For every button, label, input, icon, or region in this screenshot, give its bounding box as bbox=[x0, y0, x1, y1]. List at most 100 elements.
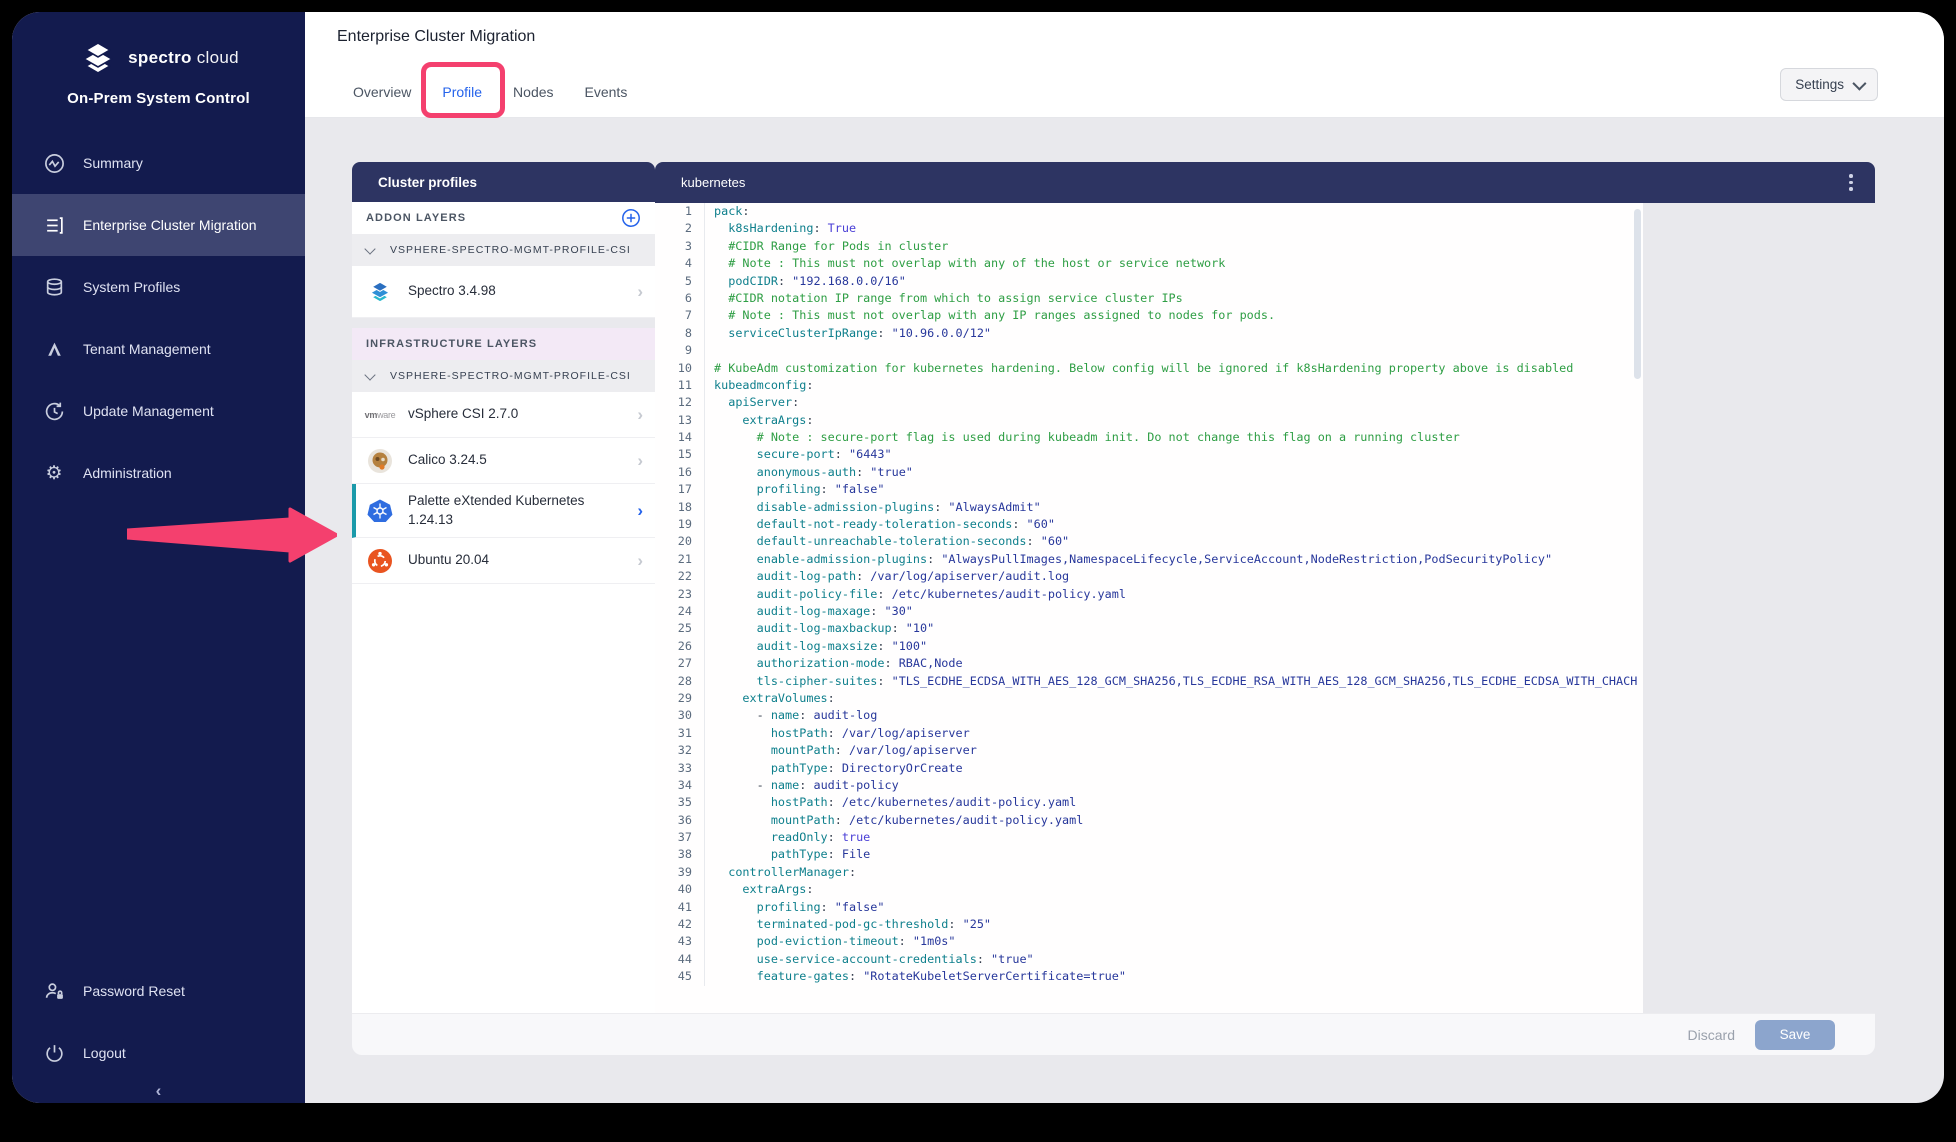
line-number: 32 bbox=[655, 742, 705, 759]
editor-scrollbar[interactable] bbox=[1634, 209, 1641, 379]
line-content: terminated-pod-gc-threshold: "25" bbox=[705, 916, 991, 933]
line-content: - name: audit-policy bbox=[705, 777, 899, 794]
layer-row-ubuntu[interactable]: Ubuntu 20.04 › bbox=[352, 538, 655, 584]
code-line: 9 bbox=[655, 342, 1643, 359]
add-layer-icon[interactable] bbox=[621, 208, 641, 228]
code-line: 16 anonymous-auth: "true" bbox=[655, 464, 1643, 481]
vmware-icon: vmware bbox=[366, 401, 394, 429]
sidebar-item-summary[interactable]: Summary bbox=[12, 132, 305, 194]
line-number: 42 bbox=[655, 916, 705, 933]
sidebar-item-system-profiles[interactable]: System Profiles bbox=[12, 256, 305, 318]
discard-button[interactable]: Discard bbox=[1688, 1027, 1735, 1043]
tenant-icon bbox=[42, 337, 66, 361]
database-icon bbox=[42, 275, 66, 299]
sidebar-item-label: Update Management bbox=[83, 403, 214, 419]
line-content: # Note : secure-port flag is used during… bbox=[705, 429, 1460, 446]
code-line: 36 mountPath: /etc/kubernetes/audit-poli… bbox=[655, 812, 1643, 829]
layer-name: Calico 3.24.5 bbox=[408, 451, 637, 469]
code-line: 26 audit-log-maxsize: "100" bbox=[655, 638, 1643, 655]
line-content: hostPath: /etc/kubernetes/audit-policy.y… bbox=[705, 794, 1076, 811]
line-number: 14 bbox=[655, 429, 705, 446]
code-line: 19 default-not-ready-toleration-seconds:… bbox=[655, 516, 1643, 533]
chevron-down-icon bbox=[364, 369, 375, 380]
code-line: 10# KubeAdm customization for kubernetes… bbox=[655, 360, 1643, 377]
line-content: # Note : This must not overlap with any … bbox=[705, 307, 1275, 324]
layer-row-calico[interactable]: Calico 3.24.5 › bbox=[352, 438, 655, 484]
sidebar-item-label: Administration bbox=[83, 465, 172, 481]
line-number: 37 bbox=[655, 829, 705, 846]
sidebar-item-enterprise-cluster-migration[interactable]: Enterprise Cluster Migration bbox=[12, 194, 305, 256]
line-content: audit-log-maxsize: "100" bbox=[705, 638, 927, 655]
kebab-menu-icon[interactable] bbox=[1849, 174, 1853, 191]
tab-nodes[interactable]: Nodes bbox=[513, 84, 553, 117]
tab-events[interactable]: Events bbox=[585, 84, 628, 117]
line-number: 29 bbox=[655, 690, 705, 707]
line-number: 25 bbox=[655, 620, 705, 637]
settings-button[interactable]: Settings bbox=[1780, 68, 1878, 101]
line-content: mountPath: /var/log/apiserver bbox=[705, 742, 977, 759]
power-icon bbox=[42, 1041, 66, 1065]
addon-layers-section: ADDON LAYERS bbox=[352, 202, 655, 234]
line-number: 18 bbox=[655, 499, 705, 516]
addon-profile-group[interactable]: VSPHERE-SPECTRO-MGMT-PROFILE-CSI bbox=[352, 234, 655, 266]
line-number: 40 bbox=[655, 881, 705, 898]
sidebar-item-update-management[interactable]: Update Management bbox=[12, 380, 305, 442]
yaml-editor[interactable]: 1pack:2 k8sHardening: True3 #CIDR Range … bbox=[655, 203, 1643, 1013]
line-content: default-not-ready-toleration-seconds: "6… bbox=[705, 516, 1055, 533]
line-content: anonymous-auth: "true" bbox=[705, 464, 913, 481]
line-content bbox=[705, 342, 714, 359]
code-line: 22 audit-log-path: /var/log/apiserver/au… bbox=[655, 568, 1643, 585]
brand-name: spectro cloud bbox=[128, 48, 239, 68]
sidebar-item-password-reset[interactable]: Password Reset bbox=[12, 969, 305, 1013]
code-line: 41 profiling: "false" bbox=[655, 899, 1643, 916]
code-line: 35 hostPath: /etc/kubernetes/audit-polic… bbox=[655, 794, 1643, 811]
line-content: controllerManager: bbox=[705, 864, 856, 881]
line-content: tls-cipher-suites: "TLS_ECDHE_ECDSA_WITH… bbox=[705, 673, 1637, 690]
sidebar-item-label: Logout bbox=[83, 1045, 126, 1061]
sidebar-item-administration[interactable]: ⚙ Administration bbox=[12, 442, 305, 504]
brand: spectro cloud bbox=[12, 42, 305, 74]
line-number: 4 bbox=[655, 255, 705, 272]
kubernetes-icon bbox=[366, 497, 394, 525]
save-button[interactable]: Save bbox=[1755, 1020, 1835, 1050]
infra-profile-group[interactable]: VSPHERE-SPECTRO-MGMT-PROFILE-CSI bbox=[352, 360, 655, 392]
code-line: 8 serviceClusterIpRange: "10.96.0.0/12" bbox=[655, 325, 1643, 342]
line-content: pathType: File bbox=[705, 846, 870, 863]
line-content: audit-log-path: /var/log/apiserver/audit… bbox=[705, 568, 1069, 585]
code-line: 24 audit-log-maxage: "30" bbox=[655, 603, 1643, 620]
code-line: 4 # Note : This must not overlap with an… bbox=[655, 255, 1643, 272]
line-content: pod-eviction-timeout: "1m0s" bbox=[705, 933, 956, 950]
layer-row-palette-kubernetes[interactable]: Palette eXtended Kubernetes 1.24.13 › bbox=[352, 484, 655, 538]
chevron-right-icon: › bbox=[637, 551, 643, 571]
layer-name: Palette eXtended Kubernetes 1.24.13 bbox=[408, 492, 637, 528]
sidebar-item-tenant-management[interactable]: Tenant Management bbox=[12, 318, 305, 380]
code-line: 6 #CIDR notation IP range from which to … bbox=[655, 290, 1643, 307]
sidebar-nav: Summary Enterprise Cluster Migration Sys… bbox=[12, 132, 305, 504]
app-window: spectro cloud On-Prem System Control Sum… bbox=[12, 12, 1944, 1103]
line-number: 3 bbox=[655, 238, 705, 255]
line-content: readOnly: true bbox=[705, 829, 870, 846]
layer-row-spectro[interactable]: Spectro 3.4.98 › bbox=[352, 266, 655, 318]
code-line: 44 use-service-account-credentials: "tru… bbox=[655, 951, 1643, 968]
layer-name: Ubuntu 20.04 bbox=[408, 551, 637, 569]
line-content: secure-port: "6443" bbox=[705, 446, 892, 463]
tab-overview[interactable]: Overview bbox=[353, 84, 411, 117]
line-content: feature-gates: "RotateKubeletServerCerti… bbox=[705, 968, 1126, 985]
layer-row-vsphere-csi[interactable]: vmware vSphere CSI 2.7.0 › bbox=[352, 392, 655, 438]
line-number: 44 bbox=[655, 951, 705, 968]
line-content: pathType: DirectoryOrCreate bbox=[705, 760, 963, 777]
cluster-profiles-panel: Cluster profiles ADDON LAYERS VSPHERE-SP… bbox=[352, 162, 655, 1013]
tab-profile[interactable]: Profile bbox=[442, 84, 482, 117]
line-number: 43 bbox=[655, 933, 705, 950]
chevron-down-icon bbox=[1852, 76, 1866, 90]
sidebar-item-logout[interactable]: Logout bbox=[12, 1031, 305, 1075]
code-line: 32 mountPath: /var/log/apiserver bbox=[655, 742, 1643, 759]
code-line: 15 secure-port: "6443" bbox=[655, 446, 1643, 463]
line-number: 10 bbox=[655, 360, 705, 377]
line-number: 12 bbox=[655, 394, 705, 411]
line-content: audit-log-maxage: "30" bbox=[705, 603, 913, 620]
brand-name-light: cloud bbox=[197, 48, 239, 67]
sidebar-collapse-button[interactable]: ‹ bbox=[12, 1081, 305, 1101]
line-content: disable-admission-plugins: "AlwaysAdmit" bbox=[705, 499, 1041, 516]
code-line: 34 - name: audit-policy bbox=[655, 777, 1643, 794]
